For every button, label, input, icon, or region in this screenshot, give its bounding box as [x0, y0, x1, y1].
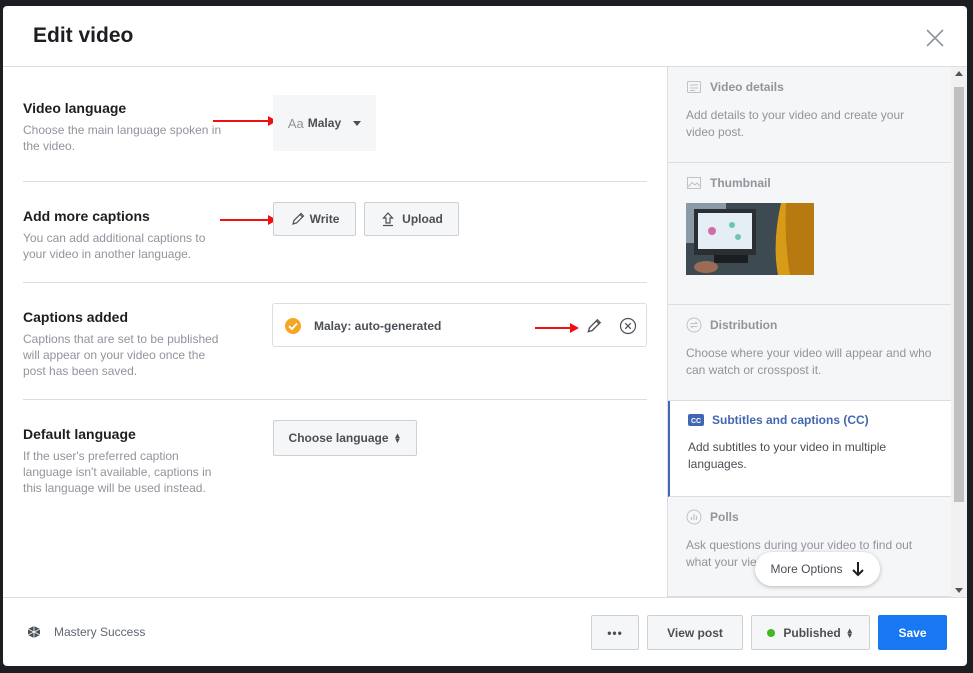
cc-icon: CC: [688, 414, 704, 426]
sidebar-item-subtitles[interactable]: CC Subtitles and captions (CC) Add subti…: [668, 401, 951, 497]
sidebar-item-label: Subtitles and captions (CC): [712, 413, 869, 427]
sort-arrows-icon: ▲ ▼: [845, 625, 854, 640]
scrollbar-thumb[interactable]: [954, 87, 964, 502]
view-post-button[interactable]: View post: [647, 615, 743, 650]
select-label: Choose language: [288, 431, 389, 445]
sidebar-item-distribution[interactable]: Distribution Choose where your video wil…: [668, 305, 951, 401]
language-value: Malay: [307, 116, 342, 130]
captions-added-section: Captions added Captions that are set to …: [23, 283, 647, 400]
save-label: Save: [898, 625, 927, 640]
save-button[interactable]: Save: [878, 615, 947, 650]
video-thumbnail-image[interactable]: [686, 203, 814, 275]
ellipsis-icon: •••: [607, 625, 623, 640]
settings-sidebar: Video details Add details to your video …: [667, 67, 952, 597]
default-language-section: Default language If the user's preferred…: [23, 400, 647, 540]
sidebar-item-video-details[interactable]: Video details Add details to your video …: [668, 67, 951, 163]
video-language-dropdown[interactable]: Aa Malay: [273, 95, 376, 151]
write-label: Write: [309, 212, 340, 226]
remove-circle-icon[interactable]: [619, 317, 637, 335]
sidebar-item-label: Distribution: [710, 318, 778, 332]
close-icon[interactable]: [925, 28, 945, 48]
choose-language-select[interactable]: Choose language ▲ ▼: [273, 420, 417, 456]
section-desc: If the user's preferred caption language…: [23, 449, 212, 495]
font-icon: Aa: [287, 115, 304, 131]
section-desc: Captions that are set to be published wi…: [23, 332, 219, 378]
write-button[interactable]: Write: [273, 202, 356, 236]
published-select[interactable]: Published ▲ ▼: [751, 615, 870, 650]
dialog-footer: Mastery Success ••• View post Published …: [3, 597, 967, 666]
section-title: Add more captions: [23, 208, 150, 224]
view-post-label: View post: [667, 625, 723, 640]
poll-icon: [686, 509, 702, 525]
caption-item: Malay: auto-generated: [272, 303, 647, 347]
video-language-section: Video language Choose the main language …: [23, 67, 647, 182]
section-title: Captions added: [23, 309, 129, 325]
sort-arrows-icon: ▲ ▼: [393, 431, 402, 445]
dialog-header: Edit video: [3, 6, 967, 67]
caption-label: Malay: auto-generated: [314, 319, 442, 333]
edit-pencil-icon[interactable]: [585, 317, 603, 335]
check-circle-icon: [285, 318, 301, 334]
sidebar-scrollbar[interactable]: [951, 67, 967, 597]
section-desc: Choose the main language spoken in the v…: [23, 123, 222, 153]
sidebar-item-desc: Add subtitles to your video in multiple …: [688, 440, 887, 471]
page-name: Mastery Success: [54, 625, 146, 639]
more-options-button[interactable]: More Options: [755, 552, 880, 586]
upload-button[interactable]: Upload: [364, 202, 459, 236]
main-panel: Video language Choose the main language …: [3, 67, 667, 597]
sidebar-item-label: Thumbnail: [710, 176, 771, 190]
page-logo-icon: [27, 626, 41, 638]
annotation-arrow: [213, 116, 277, 126]
image-icon: [687, 177, 701, 189]
sidebar-item-thumbnail[interactable]: Thumbnail: [668, 163, 951, 305]
status-dot-icon: [767, 628, 776, 637]
svg-text:CC: CC: [691, 418, 701, 425]
add-captions-section: Add more captions You can add additional…: [23, 182, 647, 283]
more-actions-button[interactable]: •••: [591, 615, 639, 650]
caret-down-icon: [353, 120, 362, 126]
distribution-icon: [686, 317, 702, 333]
upload-icon: [382, 212, 395, 227]
section-title: Default language: [23, 426, 136, 442]
arrow-down-icon: [851, 562, 864, 577]
details-icon: [687, 81, 701, 93]
more-options-label: More Options: [770, 562, 843, 576]
dialog-title: Edit video: [33, 24, 134, 47]
upload-label: Upload: [402, 212, 443, 226]
sidebar-item-label: Video details: [710, 80, 784, 94]
scroll-up-icon[interactable]: [955, 71, 963, 76]
annotation-arrow: [220, 215, 277, 225]
section-title: Video language: [23, 100, 127, 116]
pencil-icon: [291, 212, 304, 225]
annotation-arrow: [535, 323, 579, 333]
sidebar-item-desc: Add details to your video and create you…: [686, 108, 905, 139]
sidebar-item-desc: Choose where your video will appear and …: [686, 346, 932, 377]
edit-video-dialog: Edit video Video language Choose the mai…: [3, 6, 967, 666]
scroll-down-icon[interactable]: [955, 588, 963, 593]
sidebar-item-label: Polls: [710, 510, 739, 524]
published-label: Published: [783, 625, 841, 640]
section-desc: You can add additional captions to your …: [23, 231, 206, 261]
